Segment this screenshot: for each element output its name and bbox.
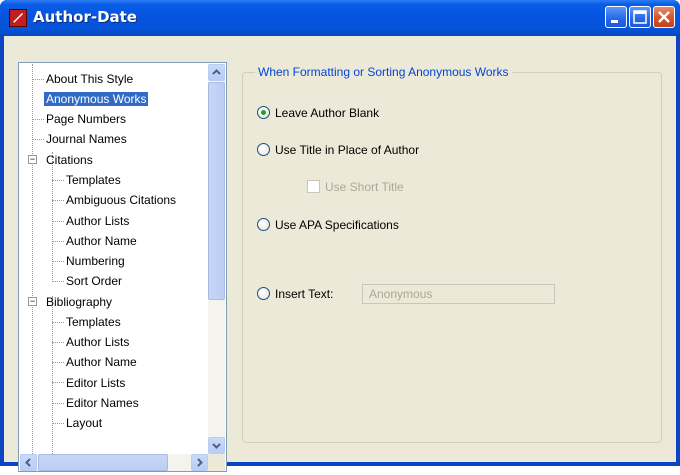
tree-item-bibliography-author-lists[interactable]: Author Lists bbox=[64, 333, 131, 351]
tree-guide bbox=[52, 180, 64, 181]
tree-guide bbox=[32, 64, 33, 454]
scroll-left-button[interactable] bbox=[20, 454, 37, 471]
tree-item-about-this-style[interactable]: About This Style bbox=[44, 70, 135, 88]
tree-item-bibliography-author-name[interactable]: Author Name bbox=[64, 353, 139, 371]
tree-item-page-numbers[interactable]: Page Numbers bbox=[44, 110, 128, 128]
tree-item-citations-author-lists[interactable]: Author Lists bbox=[64, 212, 131, 230]
tree-item-sort-order[interactable]: Sort Order bbox=[64, 272, 124, 290]
tree-guide bbox=[32, 79, 44, 80]
tree-guide bbox=[32, 139, 44, 140]
vertical-scroll-thumb[interactable] bbox=[208, 82, 225, 300]
chevron-down-icon bbox=[212, 443, 221, 449]
chevron-right-icon bbox=[197, 458, 203, 467]
tree-guide bbox=[52, 152, 53, 282]
collapse-bibliography-icon[interactable]: − bbox=[28, 297, 37, 306]
horizontal-scroll-thumb[interactable] bbox=[38, 454, 168, 471]
close-icon bbox=[658, 11, 670, 23]
window-title: Author-Date bbox=[33, 8, 137, 26]
maximize-button[interactable] bbox=[629, 6, 651, 28]
tree-guide bbox=[52, 241, 64, 242]
tree-guide bbox=[52, 221, 64, 222]
scroll-down-button[interactable] bbox=[208, 437, 225, 454]
insert-text-label: Insert Text: bbox=[275, 287, 334, 301]
tree-guide bbox=[52, 382, 64, 383]
tree-item-editor-names[interactable]: Editor Names bbox=[64, 394, 141, 412]
tree-guide bbox=[52, 362, 64, 363]
tree-item-bibliography-templates[interactable]: Templates bbox=[64, 313, 123, 331]
tree-guide bbox=[32, 119, 44, 120]
tree-guide bbox=[52, 261, 64, 262]
endnote-style-icon bbox=[9, 9, 27, 27]
tree-guide bbox=[52, 403, 64, 404]
title-bar[interactable]: Author-Date bbox=[0, 0, 680, 36]
tree-item-citations[interactable]: Citations bbox=[44, 151, 95, 169]
chevron-left-icon bbox=[25, 458, 31, 467]
close-button[interactable] bbox=[653, 6, 675, 28]
radio-unselected[interactable] bbox=[257, 143, 270, 156]
tree-guide bbox=[52, 296, 53, 454]
style-section-tree: − − About This Style Anonymous Works Pag… bbox=[18, 62, 227, 472]
tree-item-ambiguous-citations[interactable]: Ambiguous Citations bbox=[64, 191, 178, 209]
radio-selected[interactable] bbox=[257, 106, 270, 119]
tree-item-citations-author-name[interactable]: Author Name bbox=[64, 232, 139, 250]
collapse-citations-icon[interactable]: − bbox=[28, 155, 37, 164]
tree-item-numbering[interactable]: Numbering bbox=[64, 252, 127, 270]
tree-horizontal-scrollbar[interactable] bbox=[20, 454, 208, 471]
dialog-body: − − About This Style Anonymous Works Pag… bbox=[4, 36, 676, 472]
tree-item-bibliography[interactable]: Bibliography bbox=[44, 293, 114, 311]
insert-text-input: Anonymous bbox=[362, 284, 555, 304]
tree-item-editor-lists[interactable]: Editor Lists bbox=[64, 374, 127, 392]
anonymous-works-group: When Formatting or Sorting Anonymous Wor… bbox=[242, 65, 662, 443]
scroll-right-button[interactable] bbox=[191, 454, 208, 471]
tree-guide bbox=[52, 200, 64, 201]
chevron-up-icon bbox=[212, 69, 221, 75]
tree-item-citations-templates[interactable]: Templates bbox=[64, 171, 123, 189]
radio-unselected[interactable] bbox=[257, 218, 270, 231]
tree-item-layout[interactable]: Layout bbox=[64, 414, 104, 432]
scrollbar-corner bbox=[208, 454, 225, 471]
tree-item-journal-names[interactable]: Journal Names bbox=[44, 130, 129, 148]
tree-viewport[interactable]: − − About This Style Anonymous Works Pag… bbox=[20, 64, 208, 454]
use-apa-label: Use APA Specifications bbox=[275, 218, 399, 232]
leave-author-blank-label: Leave Author Blank bbox=[275, 106, 380, 120]
tree-item-anonymous-works[interactable]: Anonymous Works bbox=[44, 90, 149, 108]
minimize-icon bbox=[611, 20, 618, 23]
group-title: When Formatting or Sorting Anonymous Wor… bbox=[255, 65, 512, 79]
maximize-icon bbox=[633, 10, 647, 24]
tree-vertical-scrollbar[interactable] bbox=[208, 64, 225, 454]
minimize-button[interactable] bbox=[605, 6, 627, 28]
use-title-label: Use Title in Place of Author bbox=[275, 143, 420, 157]
tree-guide bbox=[52, 322, 64, 323]
tree-guide bbox=[52, 342, 64, 343]
scroll-up-button[interactable] bbox=[208, 64, 225, 81]
use-short-title-label: Use Short Title bbox=[325, 180, 404, 194]
style-editor-window: Author-Date − − About This Style Anonymo… bbox=[0, 0, 680, 472]
radio-unselected[interactable] bbox=[257, 287, 270, 300]
tree-guide bbox=[52, 423, 64, 424]
checkbox-disabled bbox=[307, 180, 320, 193]
tree-guide bbox=[52, 281, 64, 282]
